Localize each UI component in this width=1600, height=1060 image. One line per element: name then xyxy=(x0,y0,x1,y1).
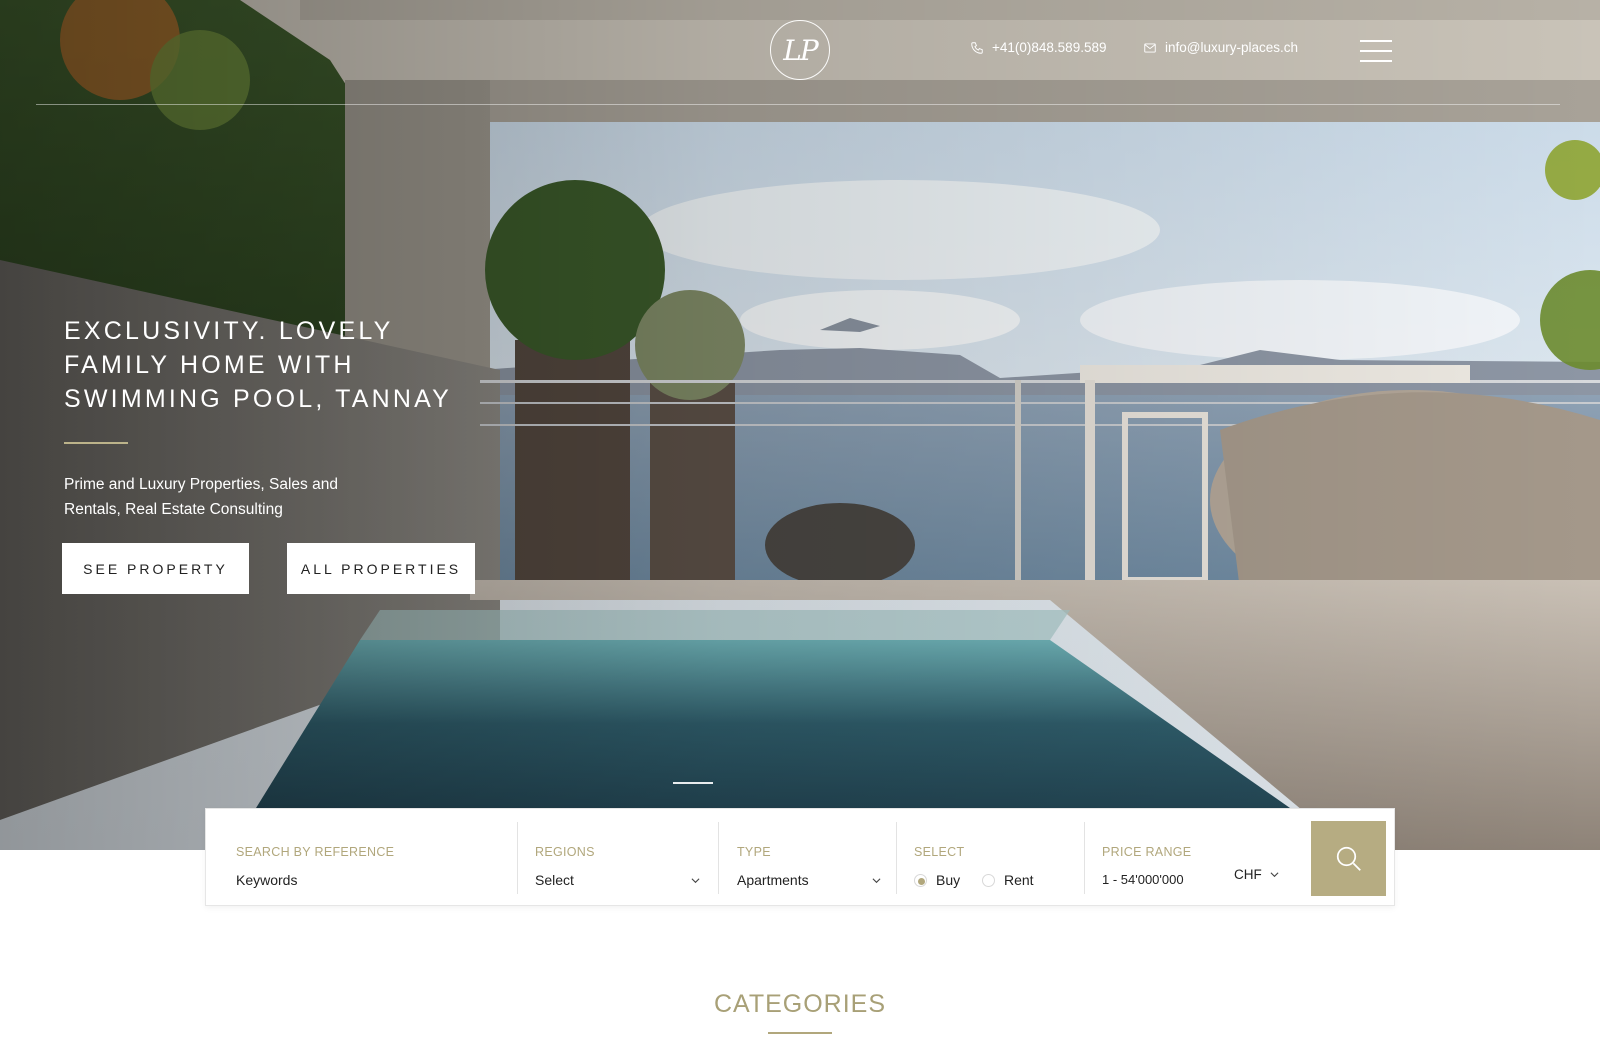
search-button[interactable] xyxy=(1311,821,1386,896)
regions-label: REGIONS xyxy=(535,845,595,859)
type-label: TYPE xyxy=(737,845,771,859)
hamburger-menu-icon[interactable] xyxy=(1360,40,1392,62)
hero-slider: LP +41(0)848.589.589 info@luxury-places.… xyxy=(0,0,1600,850)
logo[interactable]: LP xyxy=(770,20,830,80)
categories-section: CATEGORIES xyxy=(0,990,1600,1034)
categories-title-rule xyxy=(768,1032,832,1034)
reference-search-field[interactable]: SEARCH BY REFERENCE Keywords xyxy=(236,822,506,896)
logo-monogram: LP xyxy=(783,33,818,67)
header-divider xyxy=(36,104,1560,105)
radio-unchecked-icon xyxy=(982,873,995,887)
phone-link[interactable]: +41(0)848.589.589 xyxy=(970,40,1106,55)
slider-pagination xyxy=(673,782,713,784)
field-divider xyxy=(718,822,719,894)
phone-icon xyxy=(971,41,983,54)
rent-label: Rent xyxy=(1004,872,1034,888)
rent-radio[interactable]: Rent xyxy=(982,872,1034,888)
currency-select[interactable]: CHF xyxy=(1234,867,1279,882)
envelope-icon xyxy=(1144,42,1156,53)
phone-number: +41(0)848.589.589 xyxy=(992,40,1107,55)
chevron-down-icon xyxy=(1270,872,1279,878)
hero-title: EXCLUSIVITY. LOVELY FAMILY HOME WITH SWI… xyxy=(64,317,453,413)
site-header: LP +41(0)848.589.589 info@luxury-places.… xyxy=(0,0,1600,110)
type-select[interactable]: TYPE Apartments xyxy=(737,822,887,896)
buy-rent-selector: SELECT Buy Rent xyxy=(914,822,1084,896)
chevron-down-icon xyxy=(872,878,881,884)
property-search-bar: SEARCH BY REFERENCE Keywords REGIONS Sel… xyxy=(205,808,1395,906)
hero-title-rule xyxy=(64,442,128,444)
slider-dot-active[interactable] xyxy=(673,782,713,784)
all-properties-button[interactable]: ALL PROPERTIES xyxy=(287,543,475,594)
see-property-button[interactable]: SEE PROPERTY xyxy=(62,543,249,594)
buy-label: Buy xyxy=(936,872,961,888)
regions-value: Select xyxy=(535,872,574,888)
categories-title: CATEGORIES xyxy=(713,990,887,1018)
currency-value: CHF xyxy=(1234,867,1262,882)
field-divider xyxy=(1084,822,1085,894)
select-label: SELECT xyxy=(914,845,965,859)
keywords-input[interactable]: Keywords xyxy=(236,872,297,888)
type-value: Apartments xyxy=(737,872,809,888)
field-divider xyxy=(896,822,897,894)
hero-subtitle: Prime and Luxury Properties, Sales and R… xyxy=(64,476,338,518)
reference-label: SEARCH BY REFERENCE xyxy=(236,845,395,859)
email-link[interactable]: info@luxury-places.ch xyxy=(1143,40,1298,55)
price-range-label: PRICE RANGE xyxy=(1102,845,1192,859)
hero-content: EXCLUSIVITY. LOVELY FAMILY HOME WITH SWI… xyxy=(64,314,484,522)
regions-select[interactable]: REGIONS Select xyxy=(535,822,705,896)
chevron-down-icon xyxy=(691,878,700,884)
radio-checked-icon xyxy=(914,873,927,887)
price-range-field[interactable]: PRICE RANGE 1 - 54'000'000 xyxy=(1102,822,1292,896)
search-icon xyxy=(1336,846,1361,871)
field-divider xyxy=(517,822,518,894)
email-address: info@luxury-places.ch xyxy=(1165,40,1299,55)
price-range-value: 1 - 54'000'000 xyxy=(1102,872,1184,887)
buy-radio[interactable]: Buy xyxy=(914,872,960,888)
